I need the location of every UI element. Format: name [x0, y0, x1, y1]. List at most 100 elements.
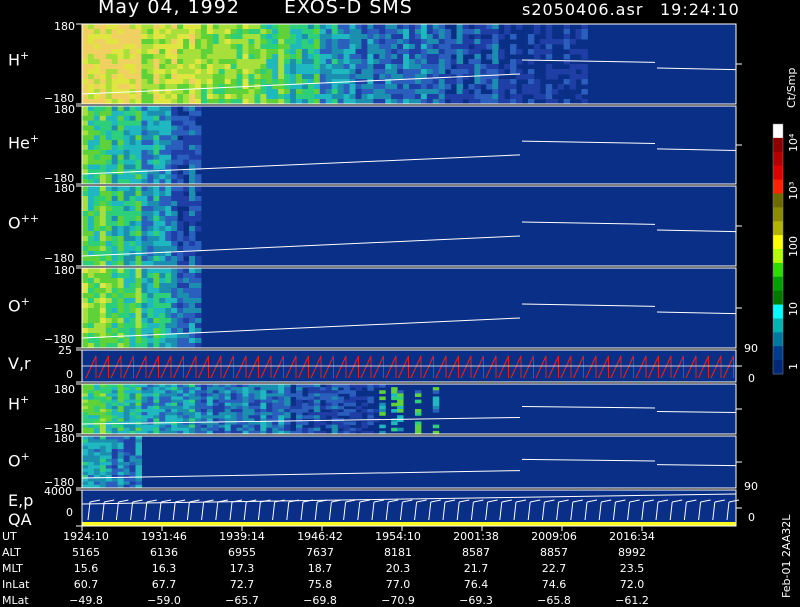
- heatmap-cell: [117, 221, 125, 227]
- heatmap-cell: [129, 231, 137, 237]
- heatmap-cell: [189, 418, 196, 422]
- heatmap-cell: [296, 59, 303, 65]
- heatmap-cell: [129, 338, 137, 344]
- heatmap-cell: [337, 399, 345, 404]
- heatmap-cell: [301, 74, 309, 80]
- heatmap-cell: [135, 399, 142, 404]
- heatmap-cell: [82, 54, 89, 60]
- heatmap-cell: [111, 283, 119, 289]
- heatmap-cell: [111, 29, 119, 35]
- heatmap-cell: [266, 24, 273, 30]
- heatmap-cell: [141, 256, 148, 262]
- heatmap-cell: [141, 226, 148, 232]
- heatmap-cell: [284, 402, 291, 407]
- heatmap-cell: [123, 196, 131, 202]
- heatmap-cell: [510, 69, 517, 75]
- heatmap-cell: [432, 94, 440, 100]
- heatmap-cell: [492, 84, 499, 90]
- heatmap-cell: [159, 84, 166, 90]
- heatmap-cell: [278, 393, 285, 397]
- heatmap-cell: [254, 424, 261, 429]
- heatmap-cell: [87, 221, 95, 227]
- heatmap-cell: [254, 69, 261, 75]
- heatmap-cell: [194, 387, 202, 391]
- heatmap-cell: [111, 211, 119, 217]
- heatmap-cell: [171, 421, 178, 426]
- heatmap-cell: [284, 59, 291, 65]
- heatmap-cell: [183, 39, 190, 45]
- heatmap-cell: [93, 191, 101, 197]
- heatmap-cell: [426, 94, 434, 100]
- orbit-value-ut: 1939:14: [219, 530, 265, 543]
- heatmap-cell: [117, 49, 125, 55]
- heatmap-cell: [183, 130, 190, 136]
- heatmap-cell: [468, 49, 475, 55]
- o-plus-top-tick: 180: [54, 264, 75, 277]
- heatmap-cell: [171, 206, 178, 212]
- heatmap-cell: [93, 29, 101, 35]
- heatmap-cell: [510, 34, 517, 40]
- heatmap-cell: [230, 424, 238, 429]
- heatmap-cell: [260, 405, 267, 410]
- heatmap-cell: [183, 241, 190, 247]
- heatmap-cell: [99, 452, 107, 456]
- heatmap-cell: [87, 458, 95, 463]
- heatmap-cell: [194, 399, 202, 404]
- heatmap-cell: [236, 384, 244, 388]
- heatmap-cell: [105, 125, 113, 131]
- heatmap-cell: [379, 34, 386, 40]
- heatmap-cell: [87, 24, 95, 30]
- heatmap-cell: [337, 396, 345, 401]
- heatmap-cell: [99, 390, 107, 394]
- heatmap-cell: [194, 106, 202, 112]
- heatmap-cell: [325, 387, 333, 391]
- heatmap-cell: [325, 49, 333, 55]
- heatmap-cell: [498, 49, 505, 55]
- heatmap-cell: [296, 34, 303, 40]
- heatmap-cell: [147, 221, 154, 227]
- heatmap-cell: [551, 39, 559, 45]
- heatmap-cell: [189, 145, 196, 151]
- heatmap-cell: [141, 318, 148, 324]
- heatmap-cell: [272, 412, 279, 416]
- heatmap-cell: [135, 24, 142, 30]
- heatmap-cell: [456, 39, 464, 45]
- heatmap-cell: [486, 29, 493, 35]
- heatmap-cell: [87, 196, 95, 202]
- heatmap-cell: [159, 24, 166, 30]
- heatmap-cell: [194, 405, 202, 410]
- heatmap-cell: [307, 415, 315, 419]
- heatmap-cell: [391, 29, 398, 35]
- heatmap-cell: [260, 412, 267, 416]
- heatmap-cell: [147, 384, 154, 388]
- heatmap-cell: [159, 74, 166, 80]
- heatmap-cell: [426, 44, 434, 50]
- heatmap-cell: [87, 471, 95, 476]
- heatmap-cell: [135, 442, 142, 447]
- heatmap-cell: [82, 84, 89, 90]
- heatmap-cell: [290, 393, 297, 397]
- heatmap-cell: [212, 49, 220, 55]
- heatmap-cell: [117, 216, 125, 222]
- heatmap-cell: [165, 308, 172, 314]
- heatmap-cell: [105, 462, 113, 466]
- o-plusplus-top-tick: 180: [54, 182, 75, 195]
- heatmap-cell: [82, 201, 89, 207]
- heatmap-cell: [183, 115, 190, 122]
- heatmap-cell: [153, 409, 160, 413]
- heatmap-cell: [498, 69, 505, 75]
- heatmap-cell: [159, 106, 166, 112]
- heatmap-cell: [171, 59, 178, 65]
- heatmap-cell: [510, 94, 517, 100]
- heatmap-cell: [278, 39, 285, 45]
- heatmap-cell: [153, 387, 160, 391]
- heatmap-cell: [129, 140, 137, 146]
- heatmap-cell: [147, 333, 154, 339]
- orbit-value-alt: 5165: [72, 546, 100, 559]
- heatmap-cell: [200, 69, 208, 75]
- heatmap-cell: [93, 393, 101, 397]
- heatmap-cell: [409, 24, 416, 30]
- heatmap-cell: [123, 221, 131, 227]
- heatmap-cell: [129, 449, 137, 453]
- heatmap-cell: [420, 69, 428, 75]
